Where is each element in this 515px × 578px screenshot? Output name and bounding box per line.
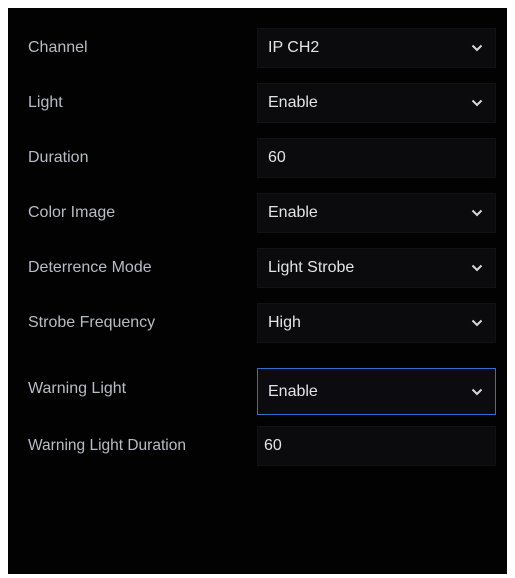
light-value: Enable xyxy=(268,94,318,111)
strobe-frequency-select[interactable]: High xyxy=(257,303,496,343)
channel-value: IP CH2 xyxy=(268,39,320,56)
strobe-frequency-value: High xyxy=(268,314,301,331)
deterrence-mode-label: Deterrence Mode xyxy=(28,259,152,276)
chevron-down-icon xyxy=(471,264,483,272)
channel-label: Channel xyxy=(28,39,88,56)
chevron-down-icon xyxy=(471,99,483,107)
chevron-down-icon xyxy=(471,388,483,395)
color-image-select[interactable]: Enable xyxy=(257,193,496,233)
duration-label: Duration xyxy=(28,149,89,166)
deterrence-mode-select[interactable]: Light Strobe xyxy=(257,248,496,288)
warning-light-duration-value: 60 xyxy=(264,437,282,454)
chevron-down-icon xyxy=(471,209,483,217)
deterrence-mode-value: Light Strobe xyxy=(268,259,355,276)
chevron-down-icon xyxy=(471,319,483,327)
row-strobe-frequency: Strobe Frequency High xyxy=(8,303,507,343)
chevron-down-icon xyxy=(471,44,483,52)
color-image-value: Enable xyxy=(268,204,318,221)
warning-light-duration-label: Warning Light Duration xyxy=(28,437,186,454)
strobe-frequency-label: Strobe Frequency xyxy=(28,314,156,331)
row-warning-light-duration: Warning Light Duration 60 xyxy=(8,426,507,466)
warning-light-duration-input[interactable]: 60 xyxy=(257,426,496,466)
row-deterrence-mode: Deterrence Mode Light Strobe xyxy=(8,248,507,288)
light-label: Light xyxy=(28,94,63,111)
row-light: Light Enable xyxy=(8,83,507,123)
warning-light-value: Enable xyxy=(268,382,318,400)
row-color-image: Color Image Enable xyxy=(8,193,507,233)
row-channel: Channel IP CH2 xyxy=(8,28,507,68)
color-image-label: Color Image xyxy=(28,204,116,221)
row-warning-light: Warning Light Enable xyxy=(8,368,507,415)
row-duration: Duration 60 xyxy=(8,138,507,178)
channel-select[interactable]: IP CH2 xyxy=(257,28,496,68)
warning-light-select[interactable]: Enable xyxy=(257,368,496,415)
light-select[interactable]: Enable xyxy=(257,83,496,123)
duration-input[interactable]: 60 xyxy=(257,138,496,178)
duration-value: 60 xyxy=(268,149,286,166)
warning-light-label: Warning Light xyxy=(28,380,127,397)
channel-settings-panel: Channel IP CH2 Light Enable Duration 60 … xyxy=(8,8,507,574)
